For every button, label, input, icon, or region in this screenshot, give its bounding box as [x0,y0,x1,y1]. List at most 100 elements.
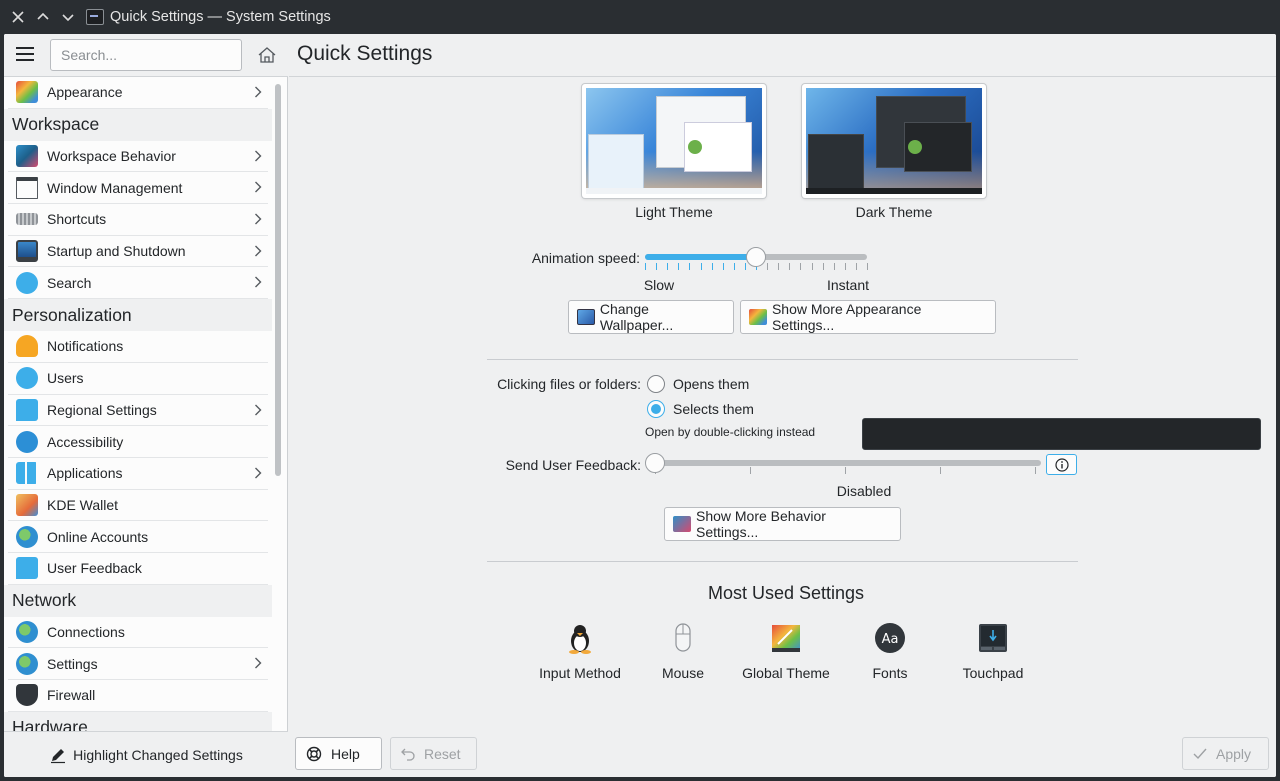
feedback-info-button[interactable] [1046,454,1077,475]
slider-tick [678,263,680,270]
show-more-behavior-label: Show More Behavior Settings... [695,508,826,540]
show-more-behavior-button[interactable]: Show More Behavior Settings... [664,507,901,541]
sidebar-item-label: Users [47,370,84,387]
sidebar-item-search[interactable]: Search [8,267,268,300]
sidebar-item-label: Online Accounts [47,528,149,545]
svg-text:Aa: Aa [882,632,899,647]
workspace-behavior-icon [16,145,38,168]
slider-tick [867,263,868,270]
slider-tick [750,467,751,474]
sidebar-item-connections[interactable]: Connections [8,617,268,649]
maximize-button[interactable] [30,0,55,34]
sidebar-item-shortcuts[interactable]: Shortcuts [8,204,268,236]
chevron-right-icon [255,276,262,288]
sidebar-item-online-accounts[interactable]: Online Accounts [8,521,268,553]
globe-icon [16,620,38,643]
feedback-icon [16,557,38,580]
chevron-up-icon [36,12,49,20]
sidebar-item-appearance[interactable]: Appearance [8,77,268,109]
dark-theme-preview [806,88,982,194]
check-icon [1193,748,1207,759]
slider-tick [822,263,824,270]
sidebar-item-kde-wallet[interactable]: KDE Wallet [8,490,268,522]
pen-icon [51,748,66,763]
sidebar-item-regional-settings[interactable]: Regional Settings [8,395,268,427]
sidebar-item-accessibility[interactable]: Accessibility [8,426,268,458]
animation-slider-handle[interactable] [746,247,766,267]
undo-icon [401,748,415,761]
sidebar-category-header: Personalization [4,299,272,332]
reset-button[interactable]: Reset [390,737,477,770]
highlight-changed-label: Highlight Changed Settings [73,746,243,763]
opens-them-radio[interactable] [647,375,665,393]
slider-tick [1035,467,1036,474]
selects-them-label[interactable]: Selects them [673,401,754,417]
opens-them-label[interactable]: Opens them [673,376,749,392]
sidebar-item-applications[interactable]: Applications [8,458,268,490]
apply-button[interactable]: Apply [1182,737,1269,770]
home-icon[interactable] [256,45,278,65]
sidebar-item-label: Window Management [47,179,183,196]
sidebar-item-label: User Feedback [47,560,142,577]
chevron-right-icon [255,213,262,225]
feedback-slider-track [647,460,1041,466]
apply-label: Apply [1216,745,1252,762]
sidebar-item-label: Accessibility [47,433,124,450]
sidebar-item-users[interactable]: Users [8,363,268,395]
help-button[interactable]: Help [295,737,382,770]
slider-tick [811,263,813,270]
sidebar-item-workspace-behavior[interactable]: Workspace Behavior [8,141,268,173]
accessibility-icon [16,430,38,453]
highlight-changed-button[interactable]: Highlight Changed Settings [4,731,288,777]
send-feedback-label: Send User Feedback: [505,457,641,473]
feedback-slider[interactable] [645,453,1045,477]
most-used-mouse[interactable]: Mouse [631,622,735,681]
change-wallpaper-button[interactable]: Change Wallpaper... [568,300,734,334]
show-more-appearance-label: Show More Appearance Settings... [771,301,922,333]
most-used-fonts[interactable]: Aa Fonts [838,622,942,681]
slider-tick [656,263,658,270]
most-used-touchpad[interactable]: Touchpad [941,622,1045,681]
light-theme-card[interactable] [582,84,766,198]
most-used-input-method[interactable]: Input Method [528,622,632,681]
most-used-global-theme[interactable]: Global Theme [734,622,838,681]
show-more-appearance-button[interactable]: Show More Appearance Settings... [740,300,996,334]
sidebar-item-user-feedback[interactable]: User Feedback [8,553,268,585]
help-label: Help [331,745,360,762]
sidebar-item-notifications[interactable]: Notifications [8,331,268,363]
hamburger-menu-icon[interactable] [16,47,34,63]
close-icon [11,11,24,23]
regional-icon [16,398,38,421]
search-input[interactable] [50,39,242,71]
slider-tick [711,263,713,270]
sidebar-item-settings[interactable]: Settings [8,648,268,680]
sidebar-item-window-management[interactable]: Window Management [8,172,268,205]
minimize-button[interactable] [55,0,80,34]
sidebar: Appearance Workspace Workspace Behavior Win… [4,34,288,777]
firewall-icon [16,684,38,707]
window-title: Quick Settings — System Settings [110,9,331,25]
help-icon [306,746,322,761]
slider-tick [855,263,857,270]
close-button[interactable] [5,0,30,34]
feedback-slider-handle[interactable] [645,453,665,473]
slider-tick [833,263,835,270]
sidebar-item-label: Workspace Behavior [47,148,176,165]
sidebar-item-firewall[interactable]: Firewall [8,680,268,712]
most-used-title: Most Used Settings [707,583,865,603]
globe-icon [16,525,38,548]
sidebar-item-label: Appearance [47,84,123,101]
sidebar-category-header: Workspace [4,108,272,141]
sidebar-item-label: Notifications [47,338,124,355]
sidebar-item-startup-and-shutdown[interactable]: Startup and Shutdown [8,236,268,268]
dark-theme-card[interactable] [802,84,986,198]
animation-speed-slider[interactable] [643,244,873,274]
animation-speed-label: Animation speed: [531,250,640,266]
slider-tick [667,263,669,270]
selects-them-radio[interactable] [647,400,665,418]
sidebar-scrollbar[interactable] [275,84,281,476]
slider-tick [645,263,646,270]
page-title: Quick Settings [297,42,433,65]
sidebar-item-label: Regional Settings [47,401,157,418]
sidebar-item-label: Firewall [47,687,96,704]
